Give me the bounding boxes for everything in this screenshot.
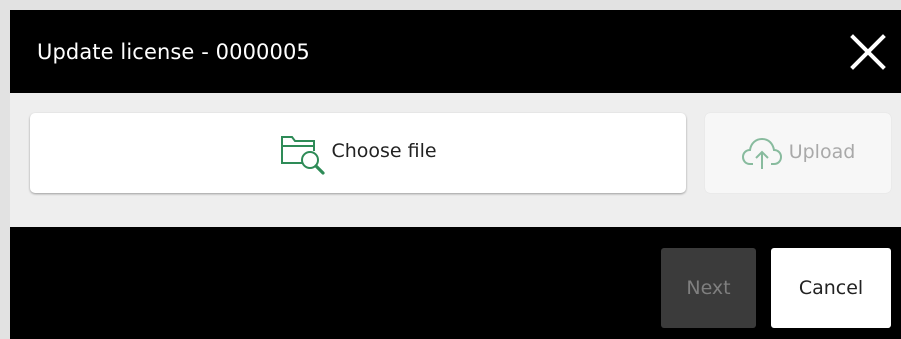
choose-file-button[interactable]: Choose file (30, 113, 686, 193)
folder-search-icon (281, 136, 326, 175)
close-button[interactable] (846, 30, 890, 74)
dialog-header: Update license - 0000005 (10, 10, 901, 93)
cloud-upload-icon (741, 137, 782, 169)
file-picker-area: Choose file Upload (10, 93, 901, 227)
update-license-dialog: Update license - 0000005 Choose file Upl… (0, 0, 901, 339)
cancel-button[interactable]: Cancel (771, 248, 891, 328)
dialog-footer: Next Cancel (10, 227, 901, 339)
dialog-title: Update license - 0000005 (37, 40, 310, 64)
upload-label: Upload (788, 141, 856, 163)
choose-file-label: Choose file (331, 140, 437, 162)
upload-button[interactable]: Upload (705, 113, 891, 193)
close-icon (850, 34, 886, 70)
next-button[interactable]: Next (661, 248, 756, 328)
